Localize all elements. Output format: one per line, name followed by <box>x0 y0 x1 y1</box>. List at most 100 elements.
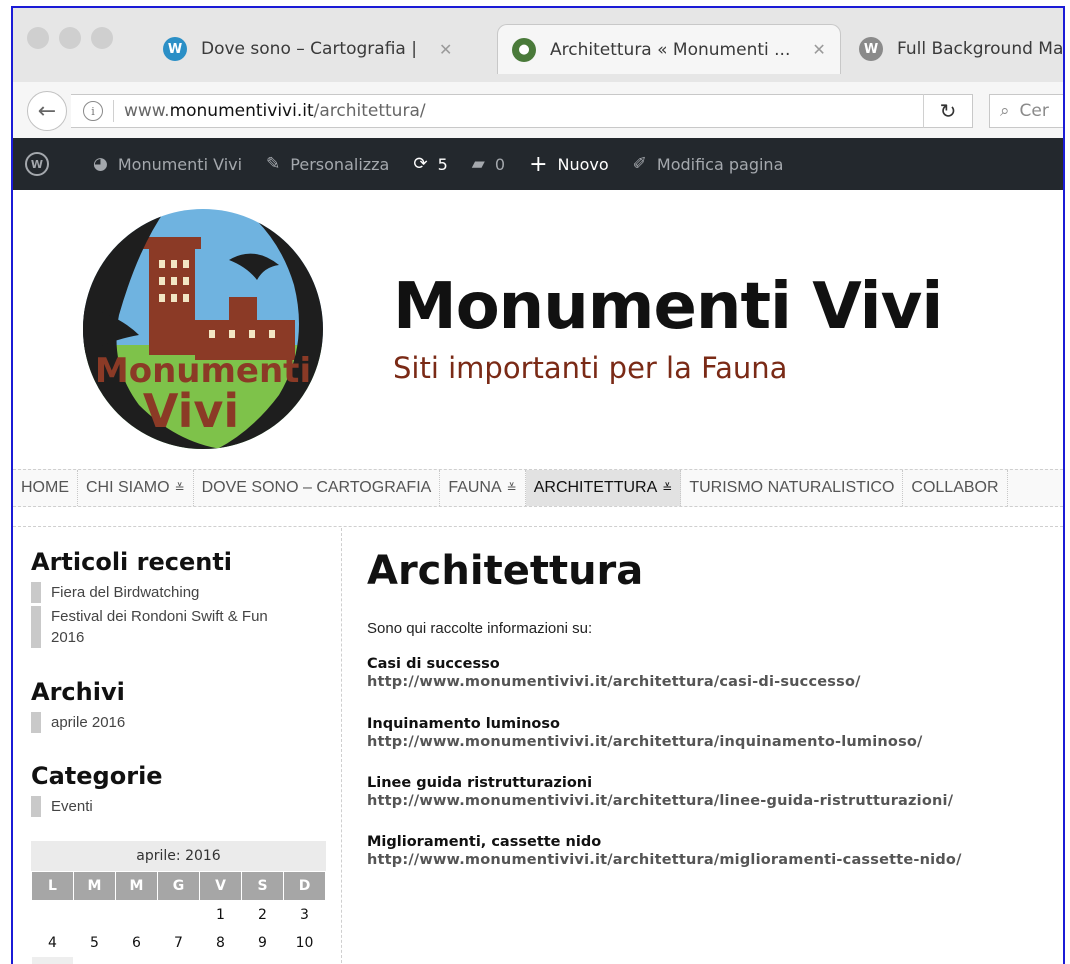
nav-item-chi-siamo[interactable]: CHI SIAMO ≚ <box>78 470 194 506</box>
address-bar[interactable]: i www.monumentivivi.it/architettura/ <box>71 94 973 128</box>
calendar-day: 8 <box>199 928 242 957</box>
calendar-week-row: 4 5 6 7 8 9 10 <box>31 928 326 957</box>
comment-icon: ▰ <box>471 154 485 174</box>
customize-link[interactable]: ✎ Personalizza <box>266 154 389 174</box>
logo-text-line2: Vivi <box>143 384 239 438</box>
archives-list: aprile 2016 <box>31 712 311 736</box>
tab-full-background[interactable]: W Full Background Mar <box>859 24 1065 74</box>
calendar-day: 4 <box>31 928 74 957</box>
tab-architettura[interactable]: ● Architettura « Monumenti ... ✕ <box>497 24 841 74</box>
entry-link[interactable]: http://www.monumentivivi.it/architettura… <box>367 852 962 868</box>
wordpress-icon: W <box>25 152 49 176</box>
updates-count: 5 <box>437 154 448 174</box>
calendar-caption: aprile: 2016 <box>31 841 326 871</box>
recent-post-link[interactable]: Fiera del Birdwatching <box>51 582 199 603</box>
site-title[interactable]: Monumenti Vivi <box>393 270 943 344</box>
categories-list: Eventi <box>31 796 311 820</box>
search-icon: ⌕ <box>1000 101 1010 121</box>
customize-label: Personalizza <box>290 154 390 174</box>
page-title: Architettura <box>367 548 644 594</box>
pencil-icon: ✐ <box>632 154 647 174</box>
archives-title: Archivi <box>31 678 125 706</box>
nav-item-architettura[interactable]: ARCHITETTURA ≚ <box>525 470 682 506</box>
dashboard-icon: ◕ <box>93 154 108 174</box>
content-divider <box>13 526 1063 527</box>
calendar-day <box>31 900 74 929</box>
search-input[interactable]: ⌕ Cer <box>989 94 1063 128</box>
calendar-day: 10 <box>283 928 326 957</box>
calendar-week-row: 1 2 3 <box>31 900 326 929</box>
back-button[interactable]: ← <box>27 91 67 131</box>
nav-item-home[interactable]: HOME <box>13 470 78 506</box>
edit-page-link[interactable]: ✐ Modifica pagina <box>633 154 784 174</box>
recent-posts-list: Fiera del Birdwatching Festival dei Rond… <box>31 582 311 651</box>
entry-heading: Miglioramenti, cassette nido <box>367 834 602 850</box>
chevron-down-icon: ≚ <box>506 481 517 495</box>
categories-title: Categorie <box>31 762 163 790</box>
plus-icon: + <box>529 151 548 177</box>
brush-icon: ✎ <box>266 154 281 174</box>
reload-button[interactable]: ↻ <box>923 94 972 128</box>
info-icon[interactable]: i <box>83 101 103 121</box>
calendar-day: 5 <box>73 928 116 957</box>
list-item[interactable]: Fiera del Birdwatching <box>31 582 311 603</box>
list-item[interactable]: Festival dei Rondoni Swift & Fun 2016 <box>31 606 311 648</box>
calendar-day: 16 <box>241 956 284 964</box>
tab-dove-sono[interactable]: W Dove sono – Cartografia | ✕ <box>163 24 481 74</box>
weekday-header: M <box>73 871 116 901</box>
nav-item-dove-sono[interactable]: DOVE SONO – CARTOGRAFIA <box>194 470 441 506</box>
site-logo[interactable]: Monumenti Vivi <box>79 205 327 453</box>
url-separator <box>113 100 114 122</box>
entry-link[interactable]: http://www.monumentivivi.it/architettura… <box>367 674 861 690</box>
content-entry: Linee guida ristrutturazioni http://www.… <box>367 775 953 809</box>
calendar-day: 14 <box>157 956 200 964</box>
wp-logo-button[interactable]: W <box>25 152 59 176</box>
calendar-day: 12 <box>73 956 116 964</box>
nav-item-fauna[interactable]: FAUNA ≚ <box>440 470 526 506</box>
content-entry: Casi di successo http://www.monumentiviv… <box>367 656 861 690</box>
weekday-header: V <box>199 871 242 901</box>
archive-link[interactable]: aprile 2016 <box>51 712 125 733</box>
list-item[interactable]: aprile 2016 <box>31 712 311 733</box>
tab-close-icon[interactable]: ✕ <box>439 40 452 59</box>
weekday-header: G <box>157 871 200 901</box>
nav-label: HOME <box>21 479 69 496</box>
close-window-button[interactable] <box>27 27 49 49</box>
tab-close-icon[interactable]: ✕ <box>812 40 825 59</box>
bullet-bar <box>31 796 41 817</box>
recent-post-link[interactable]: Festival dei Rondoni Swift & Fun 2016 <box>51 606 291 648</box>
nav-item-turismo[interactable]: TURISMO NATURALISTICO <box>681 470 904 506</box>
nav-item-collabora[interactable]: COLLABOR <box>903 470 1008 506</box>
recent-posts-title: Articoli recenti <box>31 548 233 576</box>
calendar-day: 7 <box>157 928 200 957</box>
nav-label: CHI SIAMO <box>86 479 170 496</box>
updates-icon: ⟳ <box>413 154 428 174</box>
reload-icon: ↻ <box>939 99 957 123</box>
updates-link[interactable]: ⟳ 5 <box>413 154 447 174</box>
weekday-header: M <box>115 871 158 901</box>
zoom-window-button[interactable] <box>91 27 113 49</box>
entry-link[interactable]: http://www.monumentivivi.it/architettura… <box>367 734 923 750</box>
calendar-day: 9 <box>241 928 284 957</box>
calendar-day: 15 <box>199 956 242 964</box>
calendar-day <box>115 900 158 929</box>
tab-title: Dove sono – Cartografia | <box>201 39 417 59</box>
entry-heading: Inquinamento luminoso <box>367 716 560 732</box>
entry-link[interactable]: http://www.monumentivivi.it/architettura… <box>367 793 953 809</box>
category-link[interactable]: Eventi <box>51 796 93 817</box>
minimize-window-button[interactable] <box>59 27 81 49</box>
tab-title: Full Background Mar <box>897 39 1065 59</box>
admin-site-link[interactable]: ◕ Monumenti Vivi <box>93 154 242 174</box>
comments-link[interactable]: ▰ 0 <box>472 154 505 174</box>
nav-label: TURISMO NATURALISTICO <box>689 479 895 496</box>
entry-heading: Linee guida ristrutturazioni <box>367 775 593 791</box>
list-item[interactable]: Eventi <box>31 796 311 817</box>
weekday-header: D <box>283 871 326 901</box>
calendar-week-row: 11 12 13 14 15 16 17 <box>31 956 326 964</box>
new-label: Nuovo <box>557 154 609 174</box>
weekday-header: L <box>31 871 74 901</box>
wordpress-icon: W <box>859 37 883 61</box>
site-tagline: Siti importanti per la Fauna <box>393 351 788 385</box>
intro-text: Sono qui raccolte informazioni su: <box>367 620 593 637</box>
new-content-link[interactable]: + Nuovo <box>529 152 609 177</box>
